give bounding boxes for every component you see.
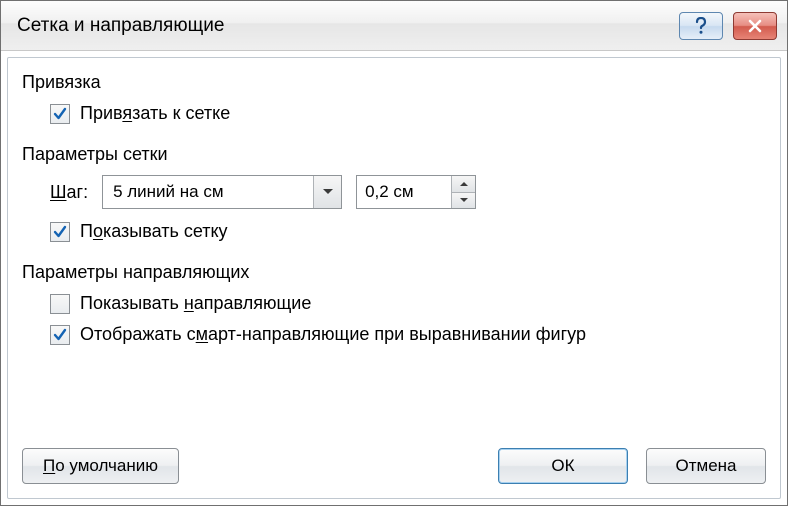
grid-step-value: 5 линий на см <box>103 182 313 202</box>
cancel-button[interactable]: Отмена <box>646 448 766 484</box>
show-grid-label[interactable]: Показывать сетку <box>80 221 228 242</box>
close-button[interactable] <box>733 12 777 40</box>
grid-step-combo[interactable]: 5 линий на см <box>102 175 342 209</box>
grid-step-label: Шаг: <box>50 182 88 203</box>
help-icon <box>693 17 709 35</box>
help-button[interactable] <box>679 12 723 40</box>
snap-to-grid-label[interactable]: Привязать к сетке <box>80 103 230 124</box>
titlebar-controls <box>679 12 777 40</box>
check-icon <box>52 106 68 122</box>
titlebar: Сетка и направляющие <box>1 1 787 51</box>
dialog-panel: Привязка Привязать к сетке Параметры сет… <box>7 57 781 499</box>
snap-to-grid-row: Привязать к сетке <box>50 103 766 124</box>
group-snap: Привязка Привязать к сетке <box>22 66 766 134</box>
show-grid-checkbox[interactable] <box>50 222 70 242</box>
grid-spacing-value[interactable]: 0,2 см <box>357 176 451 208</box>
show-guides-row: Показывать направляющие <box>50 293 766 314</box>
smart-guides-label[interactable]: Отображать смарт-направляющие при выравн… <box>80 324 586 345</box>
group-guides-label: Параметры направляющих <box>22 262 766 283</box>
smart-guides-row: Отображать смарт-направляющие при выравн… <box>50 324 766 345</box>
group-guides: Параметры направляющих Показывать направ… <box>22 256 766 355</box>
group-grid: Параметры сетки Шаг: 5 линий на см 0,2 с… <box>22 138 766 252</box>
grid-spacing-buttons <box>451 176 475 208</box>
grid-spacing-down[interactable] <box>452 193 475 209</box>
dialog-title: Сетка и направляющие <box>17 15 679 37</box>
chevron-down-icon <box>322 188 334 196</box>
group-snap-label: Привязка <box>22 72 766 93</box>
show-guides-label[interactable]: Показывать направляющие <box>80 293 311 314</box>
check-icon <box>52 224 68 240</box>
smart-guides-checkbox[interactable] <box>50 325 70 345</box>
ok-button[interactable]: ОК <box>498 448 628 484</box>
show-guides-checkbox[interactable] <box>50 294 70 314</box>
group-grid-label: Параметры сетки <box>22 144 766 165</box>
show-grid-row: Показывать сетку <box>50 221 766 242</box>
footer-right: ОК Отмена <box>498 448 766 484</box>
check-icon <box>52 327 68 343</box>
chevron-up-icon <box>459 181 469 187</box>
dialog-footer: По умолчанию ОК Отмена <box>22 438 766 484</box>
default-button[interactable]: По умолчанию <box>22 448 179 484</box>
snap-to-grid-checkbox[interactable] <box>50 104 70 124</box>
chevron-down-icon <box>459 197 469 203</box>
grid-spacing-spinner[interactable]: 0,2 см <box>356 175 476 209</box>
grid-spacing-up[interactable] <box>452 176 475 193</box>
grid-step-row: Шаг: 5 линий на см 0,2 см <box>50 175 766 209</box>
close-icon <box>747 19 763 33</box>
dialog-window: Сетка и направляющие Привязка <box>0 0 788 506</box>
grid-step-dropdown-button[interactable] <box>313 176 341 208</box>
